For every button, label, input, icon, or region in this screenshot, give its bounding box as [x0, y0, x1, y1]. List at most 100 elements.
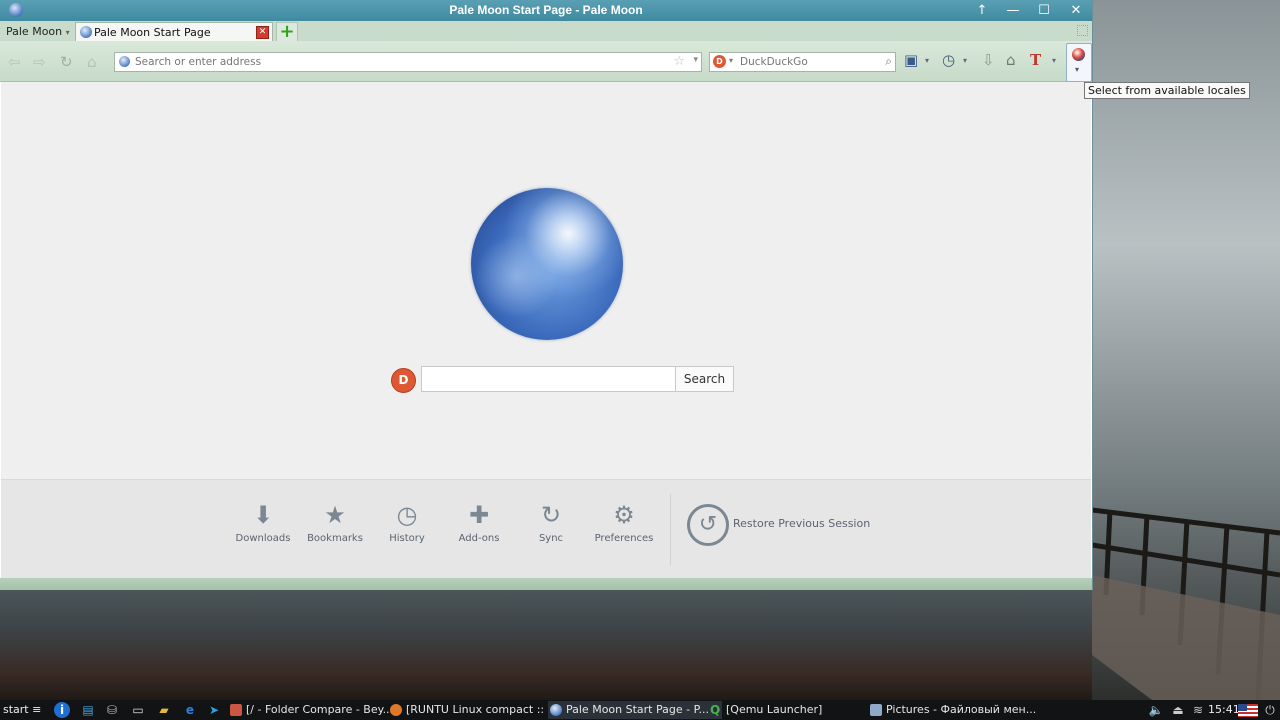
new-tab-button[interactable]: + — [276, 22, 298, 42]
back-icon[interactable]: ⇦ — [8, 53, 21, 71]
tab-bar: Pale Moon ▾ Pale Moon Start Page ✕ — [0, 21, 1092, 42]
shortcut-bar: ⬇ Downloads ★ Bookmarks ◷ History ✚ Add-… — [1, 479, 1091, 579]
desktop-shore — [0, 590, 1092, 700]
wifi-icon[interactable]: ≋ — [1190, 702, 1206, 718]
title-bar[interactable]: Pale Moon Start Page - Pale Moon ↑ — ☐ ✕ — [0, 0, 1092, 21]
shortcut-label: Add-ons — [458, 533, 500, 544]
reload-icon[interactable]: ↻ — [60, 53, 73, 71]
sync-shortcut[interactable]: ↻ Sync — [515, 500, 587, 544]
magnifier-icon[interactable]: ⌕ — [885, 54, 892, 69]
navigation-toolbar: ⇦ ⇨ ↻ ⌂ ☆ ▾ D ▾ ⌕ ▣ ▾ ◷ ▾ ⇩ ⌂ T ▾ ▾ — [0, 41, 1092, 82]
keyboard-layout-flag-icon[interactable] — [1238, 704, 1258, 717]
shortcut-label: Sync — [538, 533, 564, 544]
app-menu-button[interactable]: Pale Moon ▾ — [2, 23, 74, 40]
edge-browser-icon[interactable]: e — [182, 702, 198, 718]
history-shortcut[interactable]: ◷ History — [371, 500, 443, 544]
pale-moon-logo — [471, 188, 623, 340]
search-engine-dropdown-icon[interactable]: ▾ — [729, 56, 733, 65]
terminal-icon[interactable]: ▭ — [130, 702, 146, 718]
locale-icon — [1072, 48, 1085, 61]
restore-session-icon[interactable]: ↺ — [687, 504, 729, 546]
bookmark-star-icon[interactable]: ☆ — [673, 54, 685, 69]
info-icon[interactable]: i — [54, 702, 70, 718]
app-menu-label: Pale Moon — [6, 25, 63, 38]
clock[interactable]: 15:41 — [1208, 703, 1240, 716]
taskbar-item-qemu[interactable]: Q [Qemu Launcher] — [708, 701, 882, 719]
sync-icon: ↻ — [540, 501, 562, 529]
tab-label: Pale Moon Start Page — [94, 26, 211, 39]
forward-icon[interactable]: ⇨ — [33, 53, 46, 71]
taskbar-item-pale-moon[interactable]: Pale Moon Start Page - P... — [548, 701, 722, 719]
close-tab-icon[interactable]: ✕ — [256, 26, 269, 39]
taskbar-item-folder-compare[interactable]: [/ - Folder Compare - Bey... — [228, 701, 402, 719]
telegram-icon[interactable]: ➤ — [206, 702, 222, 718]
shortcut-label: Downloads — [235, 533, 291, 544]
lock-icon[interactable]: ⌂ — [1006, 51, 1016, 71]
taskbar: start ≡ i ▤ ⛁ ▭ ▰ e ➤ [/ - Folder Compar… — [0, 700, 1280, 720]
volume-icon[interactable]: 🔈 — [1148, 702, 1164, 718]
chevron-down-icon: ▾ — [65, 28, 70, 37]
qemu-icon: Q — [710, 703, 721, 717]
list-all-tabs-icon[interactable] — [1077, 25, 1088, 36]
taskbar-item-runtu[interactable]: [RUNTU Linux compact :: ... — [388, 701, 562, 719]
address-bar[interactable]: ☆ ▾ — [114, 52, 702, 72]
home-icon[interactable]: ⌂ — [87, 53, 97, 71]
star-icon: ★ — [324, 501, 346, 529]
tab-start-page[interactable]: Pale Moon Start Page ✕ — [75, 22, 273, 42]
file-manager-icon[interactable]: ▤ — [80, 702, 96, 718]
start-button[interactable]: start ≡ — [3, 703, 41, 716]
taskbar-item-pictures[interactable]: Pictures - Файловый мен... — [868, 701, 1046, 719]
history-dropdown-icon[interactable]: ▾ — [693, 55, 698, 65]
search-bar[interactable]: D ▾ ⌕ — [709, 52, 896, 72]
start-label: start — [3, 703, 29, 716]
usb-icon[interactable]: ⏏ — [1170, 702, 1186, 718]
preferences-shortcut[interactable]: ⚙ Preferences — [588, 500, 660, 544]
downloads-icon[interactable]: ⇩ — [982, 51, 995, 71]
browser-window: Pale Moon Start Page - Pale Moon ↑ — ☐ ✕… — [0, 0, 1093, 590]
start-page-search-button[interactable]: Search — [675, 366, 734, 392]
bookmarks-menu-icon[interactable]: ▣ — [904, 51, 918, 71]
desktop-pier — [1092, 507, 1280, 700]
task-label: [RUNTU Linux compact :: ... — [406, 703, 559, 716]
address-input[interactable] — [135, 53, 665, 71]
folder-icon[interactable]: ▰ — [156, 702, 172, 718]
search-input[interactable] — [740, 53, 870, 71]
restore-session-button[interactable]: Restore Previous Session — [733, 517, 870, 530]
file-manager-icon — [870, 704, 882, 716]
shortcut-label: History — [389, 533, 425, 544]
minimize-button[interactable]: — — [998, 1, 1028, 20]
task-label: [Qemu Launcher] — [726, 703, 823, 716]
firefox-icon — [390, 704, 402, 716]
addons-shortcut[interactable]: ✚ Add-ons — [443, 500, 515, 544]
locale-switcher-button[interactable]: ▾ — [1066, 43, 1092, 82]
move-up-button[interactable]: ↑ — [967, 1, 997, 20]
duckduckgo-logo-icon: D — [391, 368, 416, 393]
power-icon[interactable]: ⏻ — [1262, 702, 1278, 718]
downloads-shortcut[interactable]: ⬇ Downloads — [227, 500, 299, 544]
pale-moon-icon — [80, 26, 92, 38]
status-bar — [0, 578, 1092, 590]
locale-tooltip: Select from available locales — [1084, 82, 1250, 99]
task-label: [/ - Folder Compare - Bey... — [246, 703, 394, 716]
close-button[interactable]: ✕ — [1061, 1, 1091, 20]
shortcut-divider — [670, 494, 671, 566]
bookmarks-shortcut[interactable]: ★ Bookmarks — [299, 500, 371, 544]
chevron-down-icon[interactable]: ▾ — [925, 56, 929, 65]
chevron-down-icon[interactable]: ▾ — [963, 56, 967, 65]
download-icon: ⬇ — [252, 501, 274, 529]
history-icon[interactable]: ◷ — [942, 51, 955, 71]
start-page: D Search ⬇ Downloads ★ Bookmarks ◷ Histo… — [1, 82, 1091, 579]
menu-icon: ≡ — [32, 703, 42, 716]
network-icon[interactable]: ⛁ — [104, 702, 120, 718]
site-identity-icon[interactable] — [119, 56, 130, 67]
clock-icon: ◷ — [396, 501, 418, 529]
duckduckgo-icon[interactable]: D — [713, 55, 726, 68]
shortcut-label: Preferences — [594, 533, 654, 544]
pale-moon-icon — [550, 704, 562, 716]
maximize-button[interactable]: ☐ — [1029, 1, 1059, 20]
start-page-search-input[interactable] — [421, 366, 677, 392]
chevron-down-icon[interactable]: ▾ — [1052, 56, 1056, 65]
chevron-down-icon: ▾ — [1075, 65, 1080, 74]
window-title: Pale Moon Start Page - Pale Moon — [449, 3, 643, 17]
text-icon[interactable]: T — [1030, 51, 1041, 71]
